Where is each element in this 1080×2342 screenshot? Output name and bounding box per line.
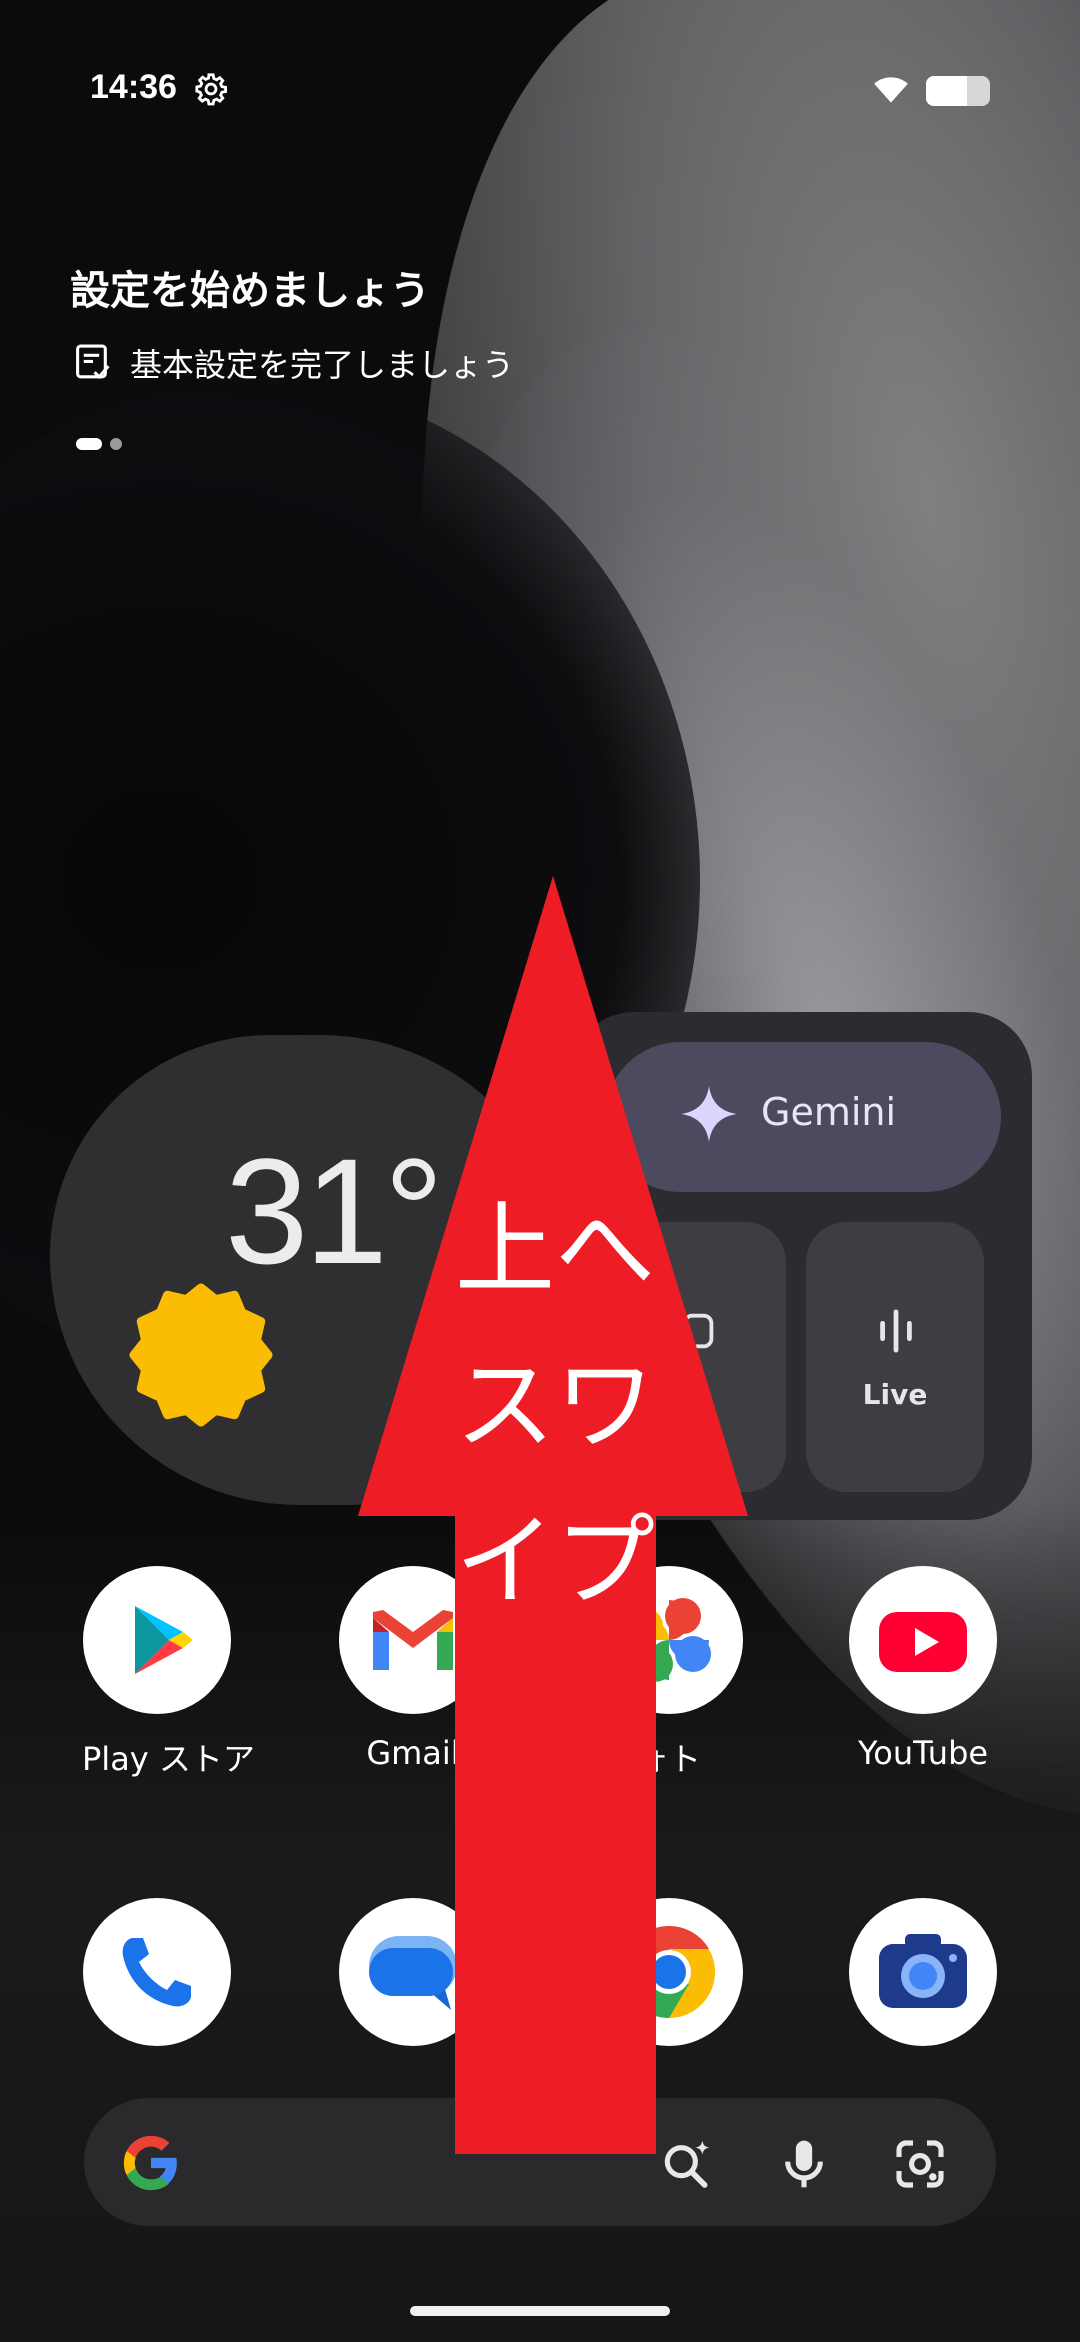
app-label: YouTube [857, 1734, 989, 1772]
setup-title[interactable]: 設定を始めましょう [70, 258, 430, 316]
page-dot-active [76, 438, 102, 450]
battery-icon [926, 76, 990, 106]
settings-gear-icon [195, 73, 228, 106]
swipe-up-text: 上へスワイプ [455, 1191, 655, 1620]
page-dot [110, 438, 122, 450]
status-time: 14:36 [90, 68, 177, 106]
youtube-icon [849, 1566, 997, 1714]
app-camera[interactable] [848, 1898, 998, 2046]
gesture-home-bar[interactable] [410, 2306, 670, 2316]
phone-icon [83, 1898, 231, 2046]
play-store-icon [83, 1566, 231, 1714]
setup-item[interactable]: 基本設定を完了しましょう [74, 340, 514, 386]
app-play-store[interactable]: Play ストア [82, 1566, 255, 1780]
google-g-icon [123, 2135, 177, 2191]
camera-icon [849, 1898, 997, 2046]
lens-icon[interactable] [892, 2136, 948, 2192]
page-indicator [76, 438, 122, 450]
app-phone[interactable] [82, 1898, 232, 2046]
sun-icon [129, 1283, 273, 1427]
app-label: Play ストア [82, 1740, 255, 1778]
live-waveform-icon [880, 1309, 912, 1353]
gemini-live-label: Live [862, 1378, 928, 1411]
status-bar: 14:36 [90, 68, 990, 118]
wifi-icon [874, 77, 908, 103]
gemini-label: Gemini [761, 1090, 897, 1134]
checklist-icon [76, 344, 110, 380]
microphone-icon[interactable] [776, 2136, 832, 2192]
setup-item-label: 基本設定を完了しましょう [130, 346, 515, 384]
gemini-live-tile[interactable]: Live [806, 1222, 984, 1492]
app-youtube[interactable]: YouTube [848, 1566, 998, 1772]
